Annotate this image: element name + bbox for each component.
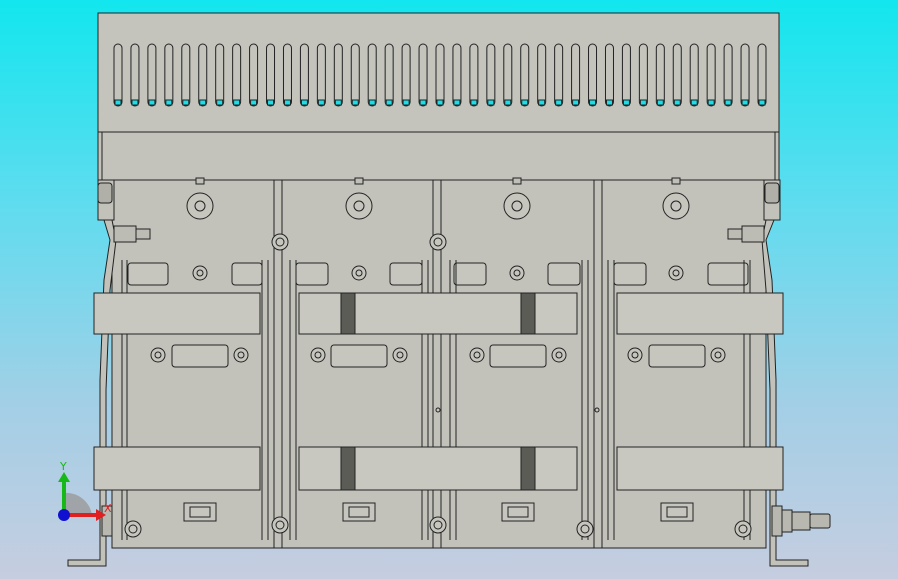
left-screw-block [113, 225, 137, 243]
fan-slot [198, 43, 208, 107]
fan-cover-lower-lip [97, 131, 780, 181]
fan-slot-highlight [605, 99, 613, 106]
fan-slot-highlight [572, 99, 580, 106]
fan-slot-highlight [283, 99, 291, 106]
x-axis-label: X [104, 502, 112, 515]
fan-slot [147, 43, 157, 107]
fan-slot [367, 43, 377, 107]
fan-slot-highlight [351, 99, 359, 106]
cad-viewport[interactable]: Y X [0, 0, 898, 579]
fan-slot [418, 43, 428, 107]
fan-slot-highlight [724, 99, 732, 106]
fan-slot-highlight [233, 99, 241, 106]
fan-slot [249, 43, 259, 107]
fan-slot [503, 43, 513, 107]
fan-slot-highlight [182, 99, 190, 106]
fan-slot [672, 43, 682, 107]
cad-drawing: Y X [58, 12, 831, 567]
fan-slot-highlight [639, 99, 647, 106]
y-axis-label: Y [59, 460, 67, 473]
fan-slot-highlight [622, 99, 630, 106]
fan-slot [266, 43, 276, 107]
fan-slot [299, 43, 309, 107]
fan-slot-highlight [521, 99, 529, 106]
fan-slot-highlight [385, 99, 393, 106]
fan-slot [282, 43, 292, 107]
fan-slot [486, 43, 496, 107]
fan-slot [554, 43, 564, 107]
fan-slot [740, 43, 750, 107]
fan-slot-highlight [673, 99, 681, 106]
fan-slot [689, 43, 699, 107]
fan-slot-highlight [368, 99, 376, 106]
fan-slot-highlight [402, 99, 410, 106]
fan-slot-highlight [199, 99, 207, 106]
right-screw-block [741, 225, 765, 243]
fan-slot-highlight [656, 99, 664, 106]
fan-slot [452, 43, 462, 107]
fan-slot [350, 43, 360, 107]
fan-slot-highlight [216, 99, 224, 106]
fan-slot-highlight [758, 99, 766, 106]
fan-slot [130, 43, 140, 107]
fan-slot [316, 43, 326, 107]
fan-slot [588, 43, 598, 107]
fan-slot [401, 43, 411, 107]
lower-clamp-bars [93, 446, 784, 491]
fan-slot-highlight [487, 99, 495, 106]
fan-slot [520, 43, 530, 107]
fan-slot-highlight [470, 99, 478, 106]
fan-slot [113, 43, 123, 107]
fan-slot-highlight [334, 99, 342, 106]
fan-slot [655, 43, 665, 107]
fan-slot [215, 43, 225, 107]
fan-slot [181, 43, 191, 107]
fan-slot-highlight [131, 99, 139, 106]
fan-slot-highlight [453, 99, 461, 106]
fan-slot [571, 43, 581, 107]
fan-slot [469, 43, 479, 107]
fan-slot-highlight [538, 99, 546, 106]
fan-slot-highlight [114, 99, 122, 106]
fan-slot-highlight [555, 99, 563, 106]
fan-slot-highlight [250, 99, 258, 106]
fan-slot [621, 43, 631, 107]
fan-slot-highlight [436, 99, 444, 106]
fan-slot-highlight [165, 99, 173, 106]
fan-slot [537, 43, 547, 107]
fan-slot-highlight [419, 99, 427, 106]
fan-slot-highlight [300, 99, 308, 106]
fan-slot [232, 43, 242, 107]
fan-slot [638, 43, 648, 107]
fan-slot [757, 43, 767, 107]
upper-clamp-bars [93, 292, 784, 335]
fan-slot [164, 43, 174, 107]
fan-slot [706, 43, 716, 107]
fan-slot [604, 43, 614, 107]
fan-slot-highlight [317, 99, 325, 106]
fan-slot-highlight [589, 99, 597, 106]
fan-slot [333, 43, 343, 107]
fan-slot-highlight [267, 99, 275, 106]
right-connector [771, 505, 831, 537]
fan-slot-highlight [148, 99, 156, 106]
fan-slot-highlight [741, 99, 749, 106]
fan-slot [384, 43, 394, 107]
fan-slot-highlight [690, 99, 698, 106]
fan-slot [435, 43, 445, 107]
fan-slot-highlight [707, 99, 715, 106]
fan-slot [723, 43, 733, 107]
fan-slot-highlight [504, 99, 512, 106]
